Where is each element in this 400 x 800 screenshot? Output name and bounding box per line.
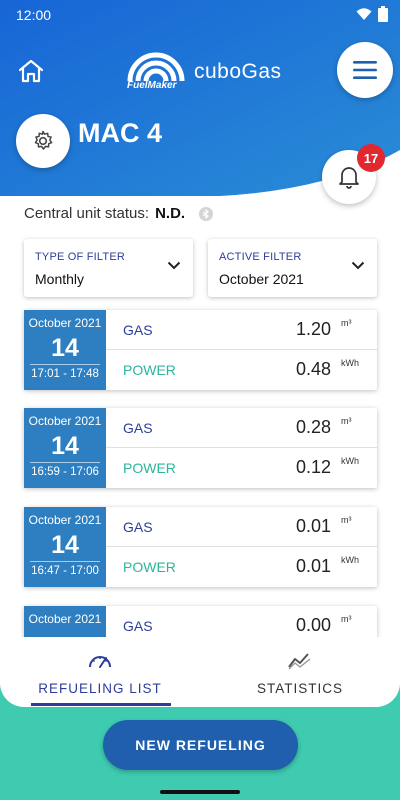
- active-filter-dropdown[interactable]: ACTIVE FILTER October 2021: [208, 239, 377, 297]
- type-of-filter-dropdown[interactable]: TYPE OF FILTER Monthly: [24, 239, 193, 297]
- menu-button[interactable]: [337, 42, 393, 98]
- power-unit: kWh: [341, 456, 359, 466]
- power-unit: kWh: [341, 555, 359, 565]
- power-row: POWER 0.48 kWh: [106, 350, 377, 390]
- gas-unit: m³: [341, 318, 352, 328]
- gas-label: GAS: [123, 618, 153, 634]
- refueling-time-range: 16:47 - 17:00: [31, 565, 99, 577]
- refueling-date-block: October 2021 14 16:47 - 17:00: [24, 507, 106, 587]
- central-unit-status: Central unit status: N.D.: [24, 205, 214, 222]
- tab-statistics-label: STATISTICS: [256, 681, 343, 696]
- home-indicator: [160, 790, 240, 794]
- bell-icon: [339, 167, 359, 189]
- date-divider: [30, 462, 100, 463]
- home-icon: [18, 59, 44, 83]
- gas-row: GAS 1.20 m³: [106, 310, 377, 350]
- power-label: POWER: [123, 460, 176, 476]
- gas-unit: m³: [341, 614, 352, 624]
- gas-row: GAS 0.28 m³: [106, 408, 377, 448]
- refueling-date-block: October 2021: [24, 606, 106, 637]
- refueling-card[interactable]: October 2021 14 16:47 - 17:00 GAS 0.01 m…: [24, 507, 377, 587]
- refueling-time-range: 16:59 - 17:06: [31, 466, 99, 478]
- bottom-tab-bar: REFUELING LIST STATISTICS: [0, 637, 400, 707]
- refueling-card[interactable]: October 2021 14 17:01 - 17:48 GAS 1.20 m…: [24, 310, 377, 390]
- power-label: POWER: [123, 362, 176, 378]
- refueling-day: 14: [51, 432, 79, 460]
- chart-line-icon: [288, 653, 311, 670]
- active-filter-value: October 2021: [219, 271, 304, 287]
- active-tab-indicator: [31, 703, 171, 706]
- logo-text: FuelMaker: [127, 80, 177, 91]
- gas-value: 0.00: [295, 615, 331, 635]
- type-of-filter-label: TYPE OF FILTER: [35, 251, 125, 263]
- refueling-day: 14: [51, 334, 79, 362]
- status-bar: 12:00: [0, 0, 400, 30]
- refueling-month: October 2021: [28, 414, 102, 428]
- refueling-month: October 2021: [28, 316, 102, 330]
- gas-value: 0.28: [295, 417, 331, 437]
- refueling-time-range: 17:01 - 17:48: [31, 368, 99, 380]
- gas-row: GAS 0.00 m³: [106, 606, 377, 637]
- notification-badge: 17: [357, 144, 385, 172]
- gas-unit: m³: [341, 416, 352, 426]
- settings-button[interactable]: [16, 114, 70, 168]
- tab-refueling-list-label: REFUELING LIST: [38, 681, 162, 696]
- central-unit-value: N.D.: [155, 205, 186, 222]
- refueling-card[interactable]: October 2021 14 16:59 - 17:06 GAS 0.28 m…: [24, 408, 377, 488]
- date-divider: [30, 364, 100, 365]
- chevron-down-icon: [167, 261, 181, 270]
- refueling-date-block: October 2021 14 16:59 - 17:06: [24, 408, 106, 488]
- brand-name: cuboGas: [194, 60, 282, 83]
- central-unit-label: Central unit status:: [24, 205, 150, 222]
- power-value: 0.01: [295, 556, 331, 576]
- refueling-card[interactable]: October 2021 GAS 0.00 m³: [24, 606, 377, 637]
- gauge-icon: [89, 656, 111, 668]
- power-row: POWER 0.01 kWh: [106, 547, 377, 587]
- refueling-list[interactable]: October 2021 14 17:01 - 17:48 GAS 1.20 m…: [0, 305, 400, 637]
- tab-refueling-list[interactable]: REFUELING LIST: [0, 637, 200, 707]
- type-of-filter-value: Monthly: [35, 271, 85, 287]
- battery-icon: [378, 6, 388, 22]
- power-unit: kWh: [341, 358, 359, 368]
- gas-row: GAS 0.01 m³: [106, 507, 377, 547]
- tab-statistics[interactable]: STATISTICS: [200, 637, 400, 707]
- power-row: POWER 0.12 kWh: [106, 448, 377, 488]
- chevron-down-icon: [351, 261, 365, 270]
- bluetooth-icon: [199, 206, 214, 221]
- wifi-icon: [356, 8, 372, 20]
- power-value: 0.12: [295, 457, 331, 477]
- gear-icon: [34, 130, 53, 150]
- home-button[interactable]: [16, 58, 46, 84]
- gas-unit: m³: [341, 515, 352, 525]
- power-value: 0.48: [295, 359, 331, 379]
- hamburger-menu-icon: [353, 61, 377, 79]
- refueling-month: October 2021: [28, 513, 102, 527]
- refueling-date-block: October 2021 14 17:01 - 17:48: [24, 310, 106, 390]
- new-refueling-button[interactable]: NEW REFUELING: [103, 720, 298, 770]
- gas-label: GAS: [123, 322, 153, 338]
- refueling-day: 14: [51, 531, 79, 559]
- device-name: MAC 4: [78, 118, 163, 148]
- refueling-month: October 2021: [28, 612, 102, 626]
- gas-label: GAS: [123, 519, 153, 535]
- power-label: POWER: [123, 559, 176, 575]
- gas-label: GAS: [123, 420, 153, 436]
- date-divider: [30, 561, 100, 562]
- status-time: 12:00: [16, 7, 52, 23]
- status-icons: [356, 6, 388, 22]
- gas-value: 1.20: [295, 319, 331, 339]
- active-filter-label: ACTIVE FILTER: [219, 251, 302, 263]
- gas-value: 0.01: [295, 516, 331, 536]
